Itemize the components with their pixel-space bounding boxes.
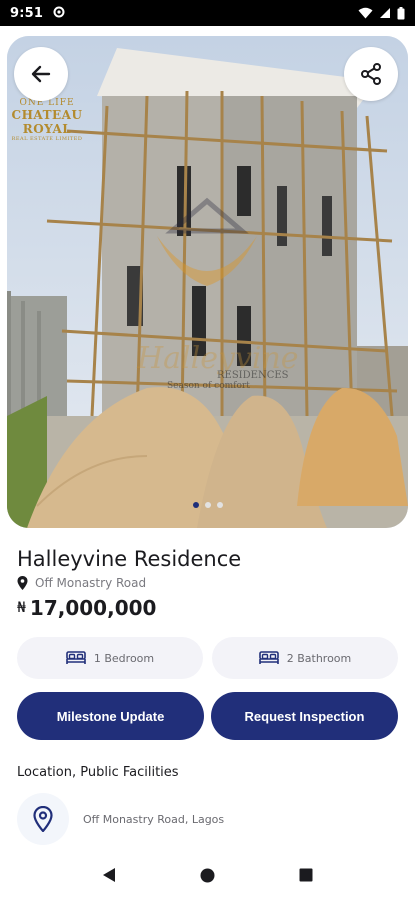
wifi-icon — [358, 7, 373, 19]
bathroom-pill: 2 Bathroom — [212, 637, 398, 679]
circle-home-icon — [200, 868, 215, 882]
bedroom-pill: 1 Bedroom — [17, 637, 203, 679]
back-button[interactable] — [14, 47, 68, 101]
bed-icon — [258, 651, 279, 664]
location-icon-wrap — [17, 793, 69, 845]
property-price: ₦ 17,000,000 — [17, 596, 156, 620]
property-image-carousel[interactable]: ONE LIFE CHATEAU ROYAL REAL ESTATE LIMIT… — [7, 36, 408, 528]
currency-symbol: ₦ — [17, 600, 26, 616]
location-pin-icon — [33, 806, 53, 832]
location-section-title: Location, Public Facilities — [17, 765, 179, 780]
milestone-update-button[interactable]: Milestone Update — [17, 692, 204, 740]
nav-home-button[interactable] — [187, 855, 227, 895]
carousel-indicator — [7, 502, 408, 508]
address-text: Off Monastry Road — [35, 576, 147, 590]
status-icons — [358, 6, 405, 20]
watermark-center: Halleyvine RESIDENCES Season of comfort — [137, 341, 299, 391]
bedroom-label: 1 Bedroom — [93, 651, 155, 665]
watermark-center-tag: Season of comfort — [167, 381, 250, 391]
property-title: Halleyvine Residence — [17, 547, 242, 571]
bathroom-label: 2 Bathroom — [286, 651, 352, 665]
battery-icon — [397, 6, 405, 19]
watermark-logo: ONE LIFE CHATEAU ROYAL REAL ESTATE LIMIT… — [7, 98, 87, 142]
nav-recents-button[interactable] — [286, 855, 326, 895]
share-icon — [361, 63, 381, 85]
settings-icon — [53, 6, 65, 21]
price-value: 17,000,000 — [29, 596, 157, 620]
carousel-dot[interactable] — [192, 502, 199, 508]
location-item[interactable]: Off Monastry Road, Lagos — [17, 793, 224, 845]
status-time: 9:51 — [10, 5, 44, 21]
watermark-center-sub: RESIDENCES — [217, 370, 289, 381]
carousel-dot[interactable] — [216, 502, 223, 508]
nav-back-button[interactable] — [89, 855, 129, 895]
carousel-dot[interactable] — [204, 502, 211, 508]
arrow-left-icon — [31, 65, 51, 83]
location-address: Off Monastry Road, Lagos — [83, 812, 225, 826]
system-nav-bar — [0, 850, 415, 900]
property-address: Off Monastry Road — [17, 576, 146, 590]
watermark-logo-sub: REAL ESTATE LIMITED — [11, 136, 83, 142]
share-button[interactable] — [344, 47, 398, 101]
watermark-logo-name: CHATEAU ROYAL — [11, 108, 83, 136]
location-pin-icon — [17, 576, 28, 590]
bed-icon — [66, 651, 86, 664]
request-inspection-button[interactable]: Request Inspection — [211, 692, 398, 740]
triangle-back-icon — [103, 868, 116, 882]
status-bar: 9:51 — [0, 0, 415, 26]
square-recents-icon — [299, 868, 313, 882]
signal-icon — [380, 8, 390, 18]
